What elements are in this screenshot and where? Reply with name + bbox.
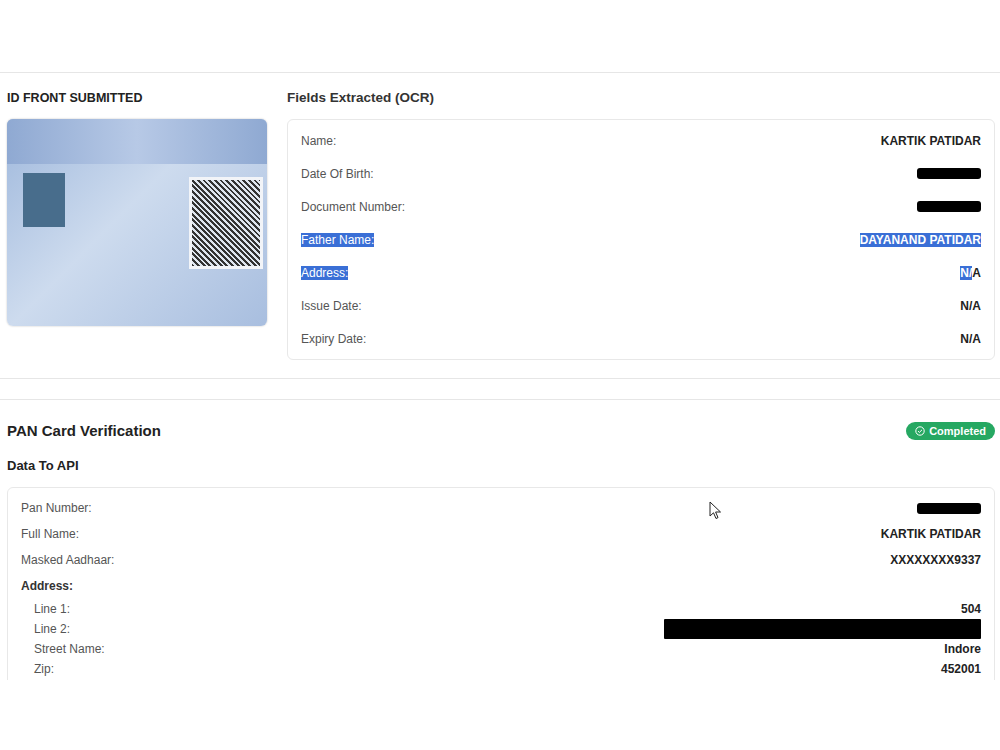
redaction-bar <box>917 503 981 514</box>
ocr-field-row: Issue Date: N/A <box>301 289 981 322</box>
section-gap <box>0 379 1000 399</box>
api-card-clip: Pan Number: Full Name: KARTIK PATIDAR Maske… <box>7 487 995 680</box>
address-line-row: Street Name: Indore <box>21 639 981 659</box>
field-label: Document Number: <box>301 200 405 214</box>
card-tail <box>21 679 981 680</box>
id-card-qr <box>189 177 263 269</box>
value-part: N/A <box>960 332 981 346</box>
value-part: A <box>972 266 981 280</box>
field-value: 504 <box>961 602 981 616</box>
field-label: Address: <box>301 266 348 280</box>
ocr-card: Name: KARTIK PATIDAR Date Of Birth: Documen… <box>287 119 995 360</box>
address-line-row: Line 1: 504 <box>21 599 981 619</box>
api-field-row: Full Name: KARTIK PATIDAR <box>21 521 981 547</box>
field-label: Date Of Birth: <box>301 167 374 181</box>
check-circle-icon <box>915 426 925 436</box>
id-card-image[interactable] <box>7 119 267 326</box>
status-label: Completed <box>929 425 986 437</box>
field-label: Expiry Date: <box>301 332 366 346</box>
address-label: Address: <box>21 579 73 593</box>
ocr-column: Fields Extracted (OCR) Name: KARTIK PATIDA… <box>287 89 995 360</box>
api-card: Pan Number: Full Name: KARTIK PATIDAR Maske… <box>7 487 995 680</box>
address-heading-row: Address: <box>21 573 981 599</box>
redaction-bar <box>917 168 981 179</box>
field-label: Line 1: <box>34 602 70 616</box>
field-label: Masked Aadhaar: <box>21 553 114 567</box>
value-part: KARTIK PATIDAR <box>881 134 981 148</box>
ocr-field-row: Address: N/A <box>301 256 981 289</box>
pan-section: PAN Card Verification Completed Data To AP… <box>0 399 1000 680</box>
address-line-row: Zip: 452001 <box>21 659 981 679</box>
ocr-title: Fields Extracted (OCR) <box>287 89 995 107</box>
ocr-field-row: Name: KARTIK PATIDAR <box>301 124 981 157</box>
field-label: Name: <box>301 134 336 148</box>
pan-title: PAN Card Verification <box>7 422 161 440</box>
field-value: N/A <box>960 266 981 280</box>
field-value: DAYANAND PATIDAR <box>860 233 981 247</box>
address-line-row: Line 2: <box>21 619 981 639</box>
ocr-field-row: Date Of Birth: <box>301 157 981 190</box>
value-part: N/A <box>960 299 981 313</box>
ocr-field-row: Expiry Date: N/A <box>301 322 981 355</box>
field-label: Zip: <box>34 662 54 676</box>
redaction-bar <box>917 201 981 212</box>
value-part: DAYANAND PATIDAR <box>860 233 981 247</box>
ocr-field-row: Document Number: <box>301 190 981 223</box>
api-field-row: Pan Number: <box>21 495 981 521</box>
api-field-row: Masked Aadhaar: XXXXXXXX9337 <box>21 547 981 573</box>
field-label: Pan Number: <box>21 501 92 515</box>
field-value: N/A <box>960 332 981 346</box>
page: ID FRONT SUBMITTED Fields Extracted (OCR)… <box>0 0 1000 750</box>
field-value: Indore <box>944 642 981 656</box>
field-label: Full Name: <box>21 527 79 541</box>
field-label: Father Name: <box>301 233 374 247</box>
id-card-header-band <box>7 119 267 164</box>
ocr-field-row: Father Name: DAYANAND PATIDAR <box>301 223 981 256</box>
pan-header: PAN Card Verification Completed <box>7 422 995 440</box>
id-section: ID FRONT SUBMITTED Fields Extracted (OCR)… <box>0 72 1000 379</box>
field-value: KARTIK PATIDAR <box>881 134 981 148</box>
field-value: XXXXXXXX9337 <box>890 553 981 567</box>
api-subtitle: Data To API <box>7 457 995 475</box>
field-label: Street Name: <box>34 642 105 656</box>
field-value: 452001 <box>941 662 981 676</box>
redaction-bar <box>664 619 981 639</box>
status-badge: Completed <box>906 422 995 440</box>
id-card-face <box>23 173 65 227</box>
id-section-title: ID FRONT SUBMITTED <box>7 89 267 107</box>
field-label: Issue Date: <box>301 299 362 313</box>
id-column: ID FRONT SUBMITTED <box>7 89 267 360</box>
mouse-cursor-icon <box>709 501 722 520</box>
field-value: KARTIK PATIDAR <box>881 527 981 541</box>
top-space <box>0 0 1000 72</box>
field-value: N/A <box>960 299 981 313</box>
field-label: Line 2: <box>34 622 70 636</box>
value-part: N/ <box>960 266 972 280</box>
